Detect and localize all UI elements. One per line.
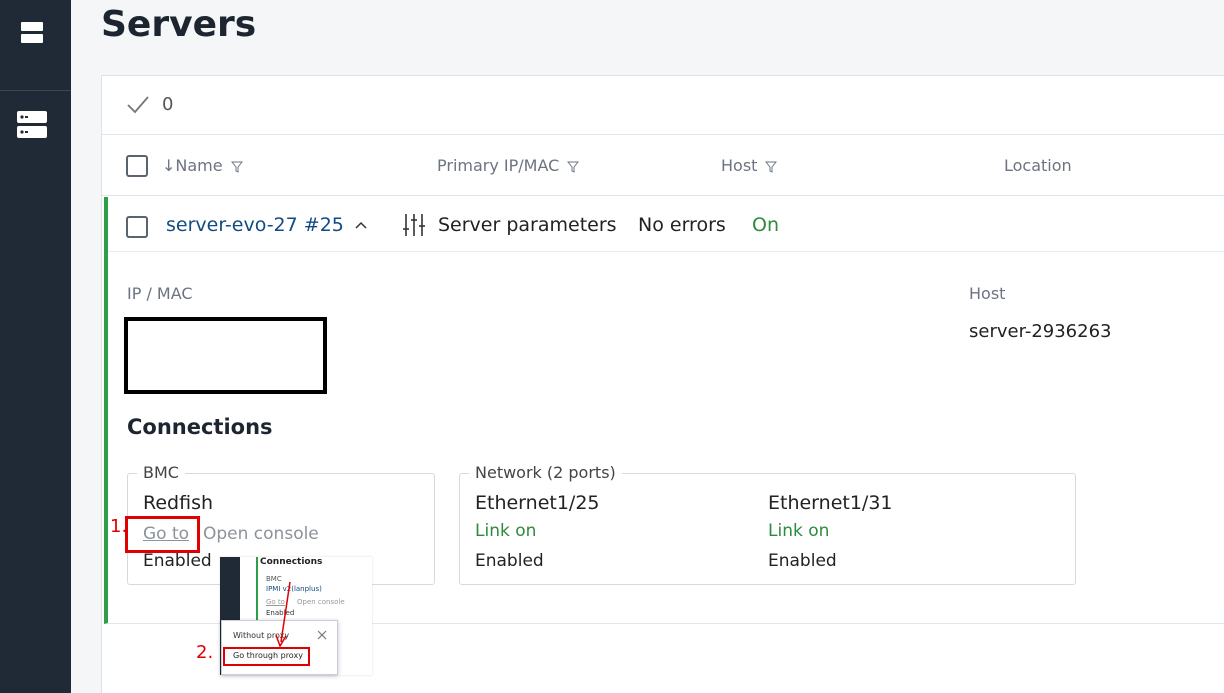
column-name[interactable]: ↓Name: [162, 156, 243, 175]
page-title: Servers: [101, 4, 257, 45]
sidebar: [0, 0, 71, 693]
checkmark-icon: [127, 96, 149, 114]
port-name: Ethernet1/31: [768, 492, 893, 514]
inset-open-console: Open console: [297, 598, 345, 606]
error-status: No errors: [638, 214, 726, 236]
servers-icon[interactable]: [17, 110, 47, 140]
bmc-protocol: Redfish: [143, 492, 214, 514]
through-proxy-option[interactable]: Go through proxy: [233, 651, 303, 660]
selection-bar: 0: [102, 76, 1224, 135]
network-legend: Network (2 ports): [469, 463, 622, 482]
column-location[interactable]: Location: [1004, 156, 1072, 175]
bmc-status: Enabled: [143, 551, 212, 571]
inset-connections-title: Connections: [260, 557, 323, 567]
port-name: Ethernet1/25: [475, 492, 600, 514]
open-console-link[interactable]: Open console: [203, 524, 319, 544]
port-link-status: Link on: [475, 521, 537, 541]
menu-icon[interactable]: [21, 22, 43, 46]
row-header: server-evo-27 #25 Server parameters No e…: [108, 197, 1224, 252]
host-label: Host: [969, 284, 1006, 303]
sidebar-divider: [0, 90, 71, 91]
port-link-status: Link on: [768, 521, 830, 541]
chevron-up-icon[interactable]: [355, 221, 367, 229]
filter-icon[interactable]: [230, 161, 243, 173]
filter-icon[interactable]: [567, 161, 580, 173]
host-value: server-2936263: [969, 321, 1112, 342]
sliders-icon[interactable]: [402, 213, 426, 237]
annotation-step-2: 2.: [196, 642, 214, 663]
selected-count: 0: [162, 94, 174, 115]
port-status: Enabled: [475, 551, 544, 571]
column-primary-ip[interactable]: Primary IP/MAC: [437, 156, 580, 175]
server-parameters-button[interactable]: Server parameters: [438, 214, 617, 236]
row-checkbox[interactable]: [126, 216, 148, 238]
ip-mac-label: IP / MAC: [127, 284, 193, 303]
redacted-ip: [124, 317, 327, 394]
filter-icon[interactable]: [765, 161, 778, 173]
annotation-highlight-goto: [125, 516, 200, 553]
close-icon[interactable]: [317, 630, 327, 640]
column-host[interactable]: Host: [721, 156, 778, 175]
server-name-link[interactable]: server-evo-27 #25: [166, 214, 344, 236]
port-status: Enabled: [768, 551, 837, 571]
select-all-checkbox[interactable]: [126, 155, 148, 177]
bmc-legend: BMC: [137, 463, 185, 482]
table-header: ↓Name Primary IP/MAC Host Location: [102, 136, 1224, 196]
power-status: On: [752, 214, 779, 236]
annotation-arrow: [275, 581, 291, 648]
connections-title: Connections: [127, 415, 273, 439]
network-group: Network (2 ports) Ethernet1/25 Link on E…: [459, 463, 1076, 585]
